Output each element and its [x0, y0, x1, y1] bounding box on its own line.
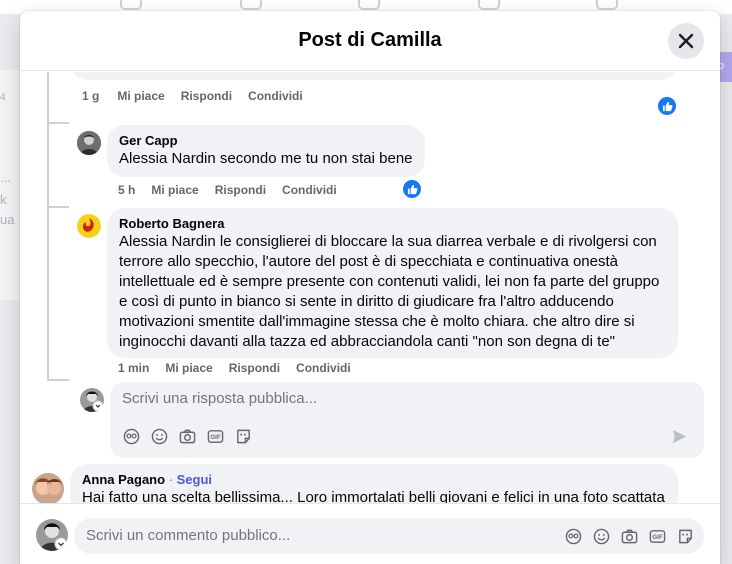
camera-icon: [179, 429, 195, 443]
comment-bubble: Roberto Bagnera Alessia Nardin le consig…: [107, 208, 678, 358]
like-reaction-badge[interactable]: [658, 97, 676, 115]
emoji-button[interactable]: [150, 427, 168, 445]
like-icon: [662, 101, 673, 111]
background-fragment: ua: [0, 212, 15, 227]
follow-button[interactable]: Segui: [177, 472, 212, 487]
emoji-button[interactable]: [592, 527, 610, 545]
avatar-sticker-icon: [565, 528, 581, 544]
photo-button[interactable]: [178, 427, 196, 445]
background-fragment: ...: [0, 170, 11, 185]
comment-time[interactable]: 1 g: [82, 89, 99, 103]
like-button[interactable]: Mi piace: [165, 361, 212, 375]
photo-button[interactable]: [620, 527, 638, 545]
gif-icon: GIF: [207, 429, 223, 443]
comment-input-wrap: GIF: [74, 518, 704, 554]
gif-button[interactable]: GIF: [206, 427, 224, 445]
emoji-icon: [151, 428, 167, 444]
comment-text: Hai fatto una scelta bellissima... Loro …: [82, 489, 665, 503]
avatar-sticker-button[interactable]: [122, 427, 140, 445]
video-icon: [358, 0, 380, 10]
comment-time[interactable]: 1 min: [118, 361, 149, 375]
avatar-sticker-button[interactable]: [564, 527, 582, 545]
gaming-icon: [596, 0, 618, 10]
thread-line: [47, 72, 49, 380]
comment-author[interactable]: Anna Pagano: [82, 472, 165, 487]
camera-icon: [621, 529, 637, 543]
sticker-icon: [236, 429, 250, 443]
share-button[interactable]: Condividi: [282, 183, 337, 197]
background-fragment: 4: [0, 92, 6, 103]
reply-input[interactable]: [122, 390, 682, 407]
send-button[interactable]: [670, 427, 688, 445]
sticker-button[interactable]: [234, 427, 252, 445]
sticker-icon: [678, 529, 692, 543]
comment-text: Alessia Nardin secondo me tu non stai be…: [119, 150, 413, 167]
avatar-sticker-icon: [123, 428, 139, 444]
avatar[interactable]: [32, 473, 64, 503]
sticker-button[interactable]: [676, 527, 694, 545]
svg-text:GIF: GIF: [652, 534, 662, 541]
send-icon: [672, 429, 686, 443]
close-button[interactable]: [668, 23, 704, 59]
comment-actions: 1 min Mi piace Rispondi Condividi: [118, 361, 351, 375]
comment-text-line: e così di punto in bianco si sente in di…: [119, 293, 614, 310]
like-button[interactable]: Mi piace: [151, 183, 198, 197]
background-fragment: k: [0, 192, 7, 207]
thread-branch: [47, 206, 69, 208]
comment-actions: 5 h Mi piace Rispondi Condividi: [118, 183, 337, 197]
background-card: [0, 70, 22, 300]
comment-text-line: Alessia Nardin le consiglierei di blocca…: [119, 233, 657, 250]
gif-icon: GIF: [649, 529, 665, 543]
previous-comment-actions: 1 g Mi piace Rispondi Condividi: [82, 89, 303, 103]
previous-comment-bubble: [70, 72, 678, 80]
modal-header: Post di Camilla: [20, 11, 720, 71]
share-button[interactable]: Condividi: [296, 361, 351, 375]
comment-composer: GIF: [20, 503, 720, 564]
marketplace-icon: [478, 0, 500, 10]
avatar[interactable]: [77, 214, 101, 238]
current-user-avatar[interactable]: [36, 519, 68, 551]
separator: ·: [165, 472, 177, 487]
comment-bubble: Anna Pagano · Segui Hai fatto una scelta…: [70, 464, 678, 503]
emoji-icon: [593, 528, 609, 544]
svg-text:GIF: GIF: [210, 434, 220, 441]
reply-button[interactable]: Rispondi: [229, 361, 280, 375]
comment-text-line: terrore allo specchio, l'autore del post…: [119, 253, 618, 270]
like-icon: [407, 184, 418, 194]
like-reaction-badge[interactable]: [403, 180, 421, 198]
like-button[interactable]: Mi piace: [117, 89, 164, 103]
comment-text-line: inginocchi davanti alla tazza ed abbracc…: [119, 333, 615, 350]
share-button[interactable]: Condividi: [248, 89, 303, 103]
comment-input[interactable]: [86, 527, 546, 544]
comment-author-line: Anna Pagano · Segui: [82, 472, 666, 488]
comment-author[interactable]: Roberto Bagnera: [119, 216, 666, 232]
comment-bubble: Ger Capp Alessia Nardin secondo me tu no…: [107, 125, 425, 177]
current-user-avatar[interactable]: [80, 388, 104, 412]
home-icon: [120, 0, 142, 10]
friends-icon: [240, 0, 262, 10]
reply-composer: GIF: [110, 382, 704, 458]
avatar[interactable]: [77, 131, 101, 155]
reply-button[interactable]: Rispondi: [181, 89, 232, 103]
gif-button[interactable]: GIF: [648, 527, 666, 545]
reply-button[interactable]: Rispondi: [215, 183, 266, 197]
comment-author[interactable]: Ger Capp: [119, 133, 413, 149]
post-modal: Post di Camilla 1 g Mi piace Rispondi Co…: [20, 11, 720, 564]
thread-branch: [47, 379, 69, 381]
comments-scroll[interactable]: 1 g Mi piace Rispondi Condividi Ger Capp…: [20, 72, 720, 503]
thread-branch: [47, 122, 69, 124]
comment-text-line: motivazioni smentite dall'immagine stess…: [119, 313, 635, 330]
comment-text-line: intellettuale ed è sempre presente con c…: [119, 273, 660, 290]
modal-title: Post di Camilla: [298, 29, 442, 51]
comment-time[interactable]: 5 h: [118, 183, 135, 197]
close-icon: [678, 33, 694, 49]
